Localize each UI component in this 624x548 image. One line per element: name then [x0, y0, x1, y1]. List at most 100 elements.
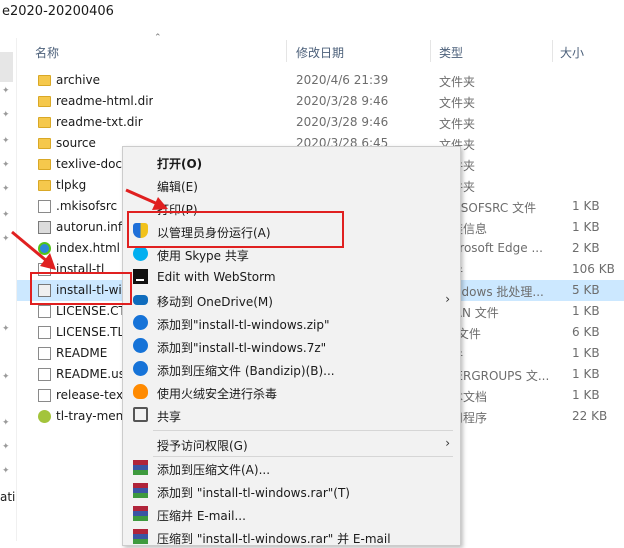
file-name: tlpkg: [56, 178, 87, 192]
menu-item-label: 使用 Skype 共享: [157, 249, 249, 263]
column-divider[interactable]: [552, 40, 553, 62]
column-header-size[interactable]: 大小: [560, 44, 584, 61]
edge-icon: [38, 242, 51, 255]
menu-item-winrar-email[interactable]: 压缩并 E-mail...: [123, 503, 460, 525]
pin-icon: ✦: [2, 210, 10, 220]
file-size: 5 KB: [572, 283, 600, 297]
pin-icon: ✦: [2, 324, 10, 334]
folder-icon: [38, 75, 51, 86]
menu-item-add-bandizip[interactable]: 添加到压缩文件 (Bandizip)(B)...: [123, 358, 460, 380]
menu-item-share[interactable]: 共享: [123, 404, 460, 426]
file-icon: [38, 305, 51, 318]
skype-icon: [133, 246, 148, 261]
column-header-type[interactable]: 类型: [439, 44, 463, 61]
menu-item-huorong-scan[interactable]: 使用火绒安全进行杀毒: [123, 381, 460, 403]
menu-item-label: 使用火绒安全进行杀毒: [157, 387, 278, 401]
navigation-pane[interactable]: ✦ ✦ ✦ ✦ ✦ ✦ ✦ ✦ ✦ ✦ ✦ ✦ ati: [0, 38, 16, 541]
pin-icon: ✦: [2, 418, 10, 428]
file-size: 6 KB: [572, 325, 600, 339]
menu-item-add-7z[interactable]: 添加到"install-tl-windows.7z": [123, 335, 460, 357]
pin-icon: ✦: [2, 184, 10, 194]
file-type: 文件夹: [439, 96, 476, 110]
file-type: 文件夹: [439, 117, 476, 131]
file-size: 22 KB: [572, 409, 608, 423]
file-size: 2 KB: [572, 241, 600, 255]
column-header-row: 名称 修改日期 类型 大小: [17, 40, 624, 62]
pin-icon: ✦: [2, 110, 10, 120]
context-menu: 打开(O) 编辑(E) 打印(P) 以管理员身份运行(A) 使用 Skype 共…: [122, 146, 461, 546]
submenu-arrow-icon: ›: [445, 292, 450, 306]
pin-icon: ✦: [2, 160, 10, 170]
winrar-icon: [133, 460, 148, 475]
file-size: 1 KB: [572, 346, 600, 360]
menu-item-label: 压缩到 "install-tl-windows.rar" 并 E-mail: [157, 532, 391, 546]
menu-item-label: 压缩并 E-mail...: [157, 509, 246, 523]
file-size: 1 KB: [572, 388, 600, 402]
file-row[interactable]: archive 2020/4/6 21:39 文件夹: [17, 70, 624, 91]
menu-item-label: 添加到"install-tl-windows.7z": [157, 341, 327, 355]
folder-icon: [38, 96, 51, 107]
winrar-icon: [133, 529, 148, 544]
file-name: texlive-doc: [56, 157, 123, 171]
menu-item-label: 添加到 "install-tl-windows.rar"(T): [157, 486, 350, 500]
nav-scrollbar-thumb[interactable]: [0, 52, 13, 82]
file-size: 106 KB: [572, 262, 615, 276]
menu-item-label: Edit with WebStorm: [157, 270, 276, 284]
file-name: LICENSE.TL: [56, 325, 125, 339]
winrar-icon: [133, 483, 148, 498]
menu-item-label: 共享: [157, 410, 182, 424]
menu-item-label: 授予访问权限(G): [157, 439, 248, 453]
column-header-date[interactable]: 修改日期: [296, 44, 344, 61]
file-type: 文件夹: [439, 75, 476, 89]
folder-icon: [38, 159, 51, 170]
pin-icon: ✦: [2, 372, 10, 382]
file-date: 2020/4/6 21:39: [296, 73, 389, 87]
menu-item-add-zip[interactable]: 添加到"install-tl-windows.zip": [123, 312, 460, 334]
file-date: 2020/3/28 9:46: [296, 115, 389, 129]
pin-icon: ✦: [2, 466, 10, 476]
onedrive-icon: [133, 295, 148, 305]
file-icon: [38, 389, 51, 402]
menu-item-grant-access[interactable]: 授予访问权限(G) ›: [123, 433, 460, 455]
file-row[interactable]: readme-txt.dir 2020/3/28 9:46 文件夹: [17, 112, 624, 133]
winrar-icon: [133, 506, 148, 521]
column-header-name[interactable]: 名称: [35, 44, 59, 61]
file-icon: [38, 200, 51, 213]
menu-item-winrar-add[interactable]: 添加到压缩文件(A)...: [123, 457, 460, 479]
file-row[interactable]: readme-html.dir 2020/3/28 9:46 文件夹: [17, 91, 624, 112]
menu-item-onedrive[interactable]: 移动到 OneDrive(M) ›: [123, 289, 460, 311]
column-divider[interactable]: [286, 40, 287, 62]
menu-item-edit[interactable]: 编辑(E): [123, 174, 460, 196]
window-title: e2020-20200406: [0, 0, 624, 28]
pin-icon: ✦: [2, 136, 10, 146]
file-icon: [38, 326, 51, 339]
bandizip-icon: [133, 361, 148, 376]
menu-item-winrar-add-rar[interactable]: 添加到 "install-tl-windows.rar"(T): [123, 480, 460, 502]
file-name: autorun.inf: [56, 220, 123, 234]
menu-item-label: 添加到压缩文件(A)...: [157, 463, 271, 477]
file-icon: [38, 347, 51, 360]
gear-file-icon: [38, 221, 51, 234]
menu-item-webstorm[interactable]: Edit with WebStorm: [123, 266, 460, 288]
tray-app-icon: [38, 410, 51, 423]
menu-item-winrar-rar-email[interactable]: 压缩到 "install-tl-windows.rar" 并 E-mail: [123, 526, 460, 548]
file-name: source: [56, 136, 96, 150]
submenu-arrow-icon: ›: [445, 436, 450, 450]
menu-item-open[interactable]: 打开(O): [123, 151, 460, 173]
folder-icon: [38, 180, 51, 191]
folder-icon: [38, 117, 51, 128]
pin-icon: ✦: [2, 86, 10, 96]
folder-icon: [38, 138, 51, 149]
file-name: README: [56, 346, 108, 360]
file-size: 1 KB: [572, 220, 600, 234]
webstorm-icon: [133, 269, 148, 284]
file-name: archive: [56, 73, 101, 87]
file-date: 2020/3/28 9:46: [296, 94, 389, 108]
column-divider[interactable]: [430, 40, 431, 62]
file-name: .mkisofsrc: [56, 199, 118, 213]
menu-item-label: 移动到 OneDrive(M): [157, 295, 273, 309]
share-icon: [133, 407, 148, 422]
file-icon: [38, 368, 51, 381]
nav-item-label[interactable]: ati: [0, 490, 15, 504]
menu-item-label: 打开(O): [157, 157, 203, 171]
